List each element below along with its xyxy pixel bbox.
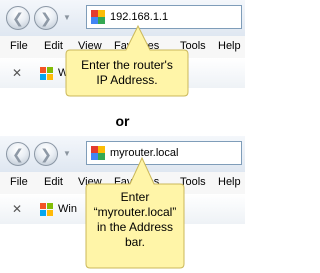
callout-line: bar. bbox=[124, 235, 145, 249]
callout-bubble bbox=[65, 24, 189, 97]
callout-line: Enter the router's bbox=[81, 58, 173, 72]
callout-text: Enter “myrouter.local” in the Address ba… bbox=[86, 190, 184, 250]
or-separator: or bbox=[115, 113, 130, 129]
callout-line: “myrouter.local” bbox=[93, 205, 177, 219]
callout-line: in the Address bbox=[96, 220, 174, 234]
browser-example-ip: ❮ ❯ ▼ 192.168.1.1 File Edit View Favorit… bbox=[0, 0, 245, 112]
callout-line: Enter bbox=[120, 190, 150, 204]
callout-text: Enter the router's IP Address. bbox=[66, 58, 188, 88]
callout-line: IP Address. bbox=[96, 73, 158, 87]
browser-example-hostname: ❮ ❯ ▼ myrouter.local File Edit View Favo… bbox=[0, 136, 245, 273]
